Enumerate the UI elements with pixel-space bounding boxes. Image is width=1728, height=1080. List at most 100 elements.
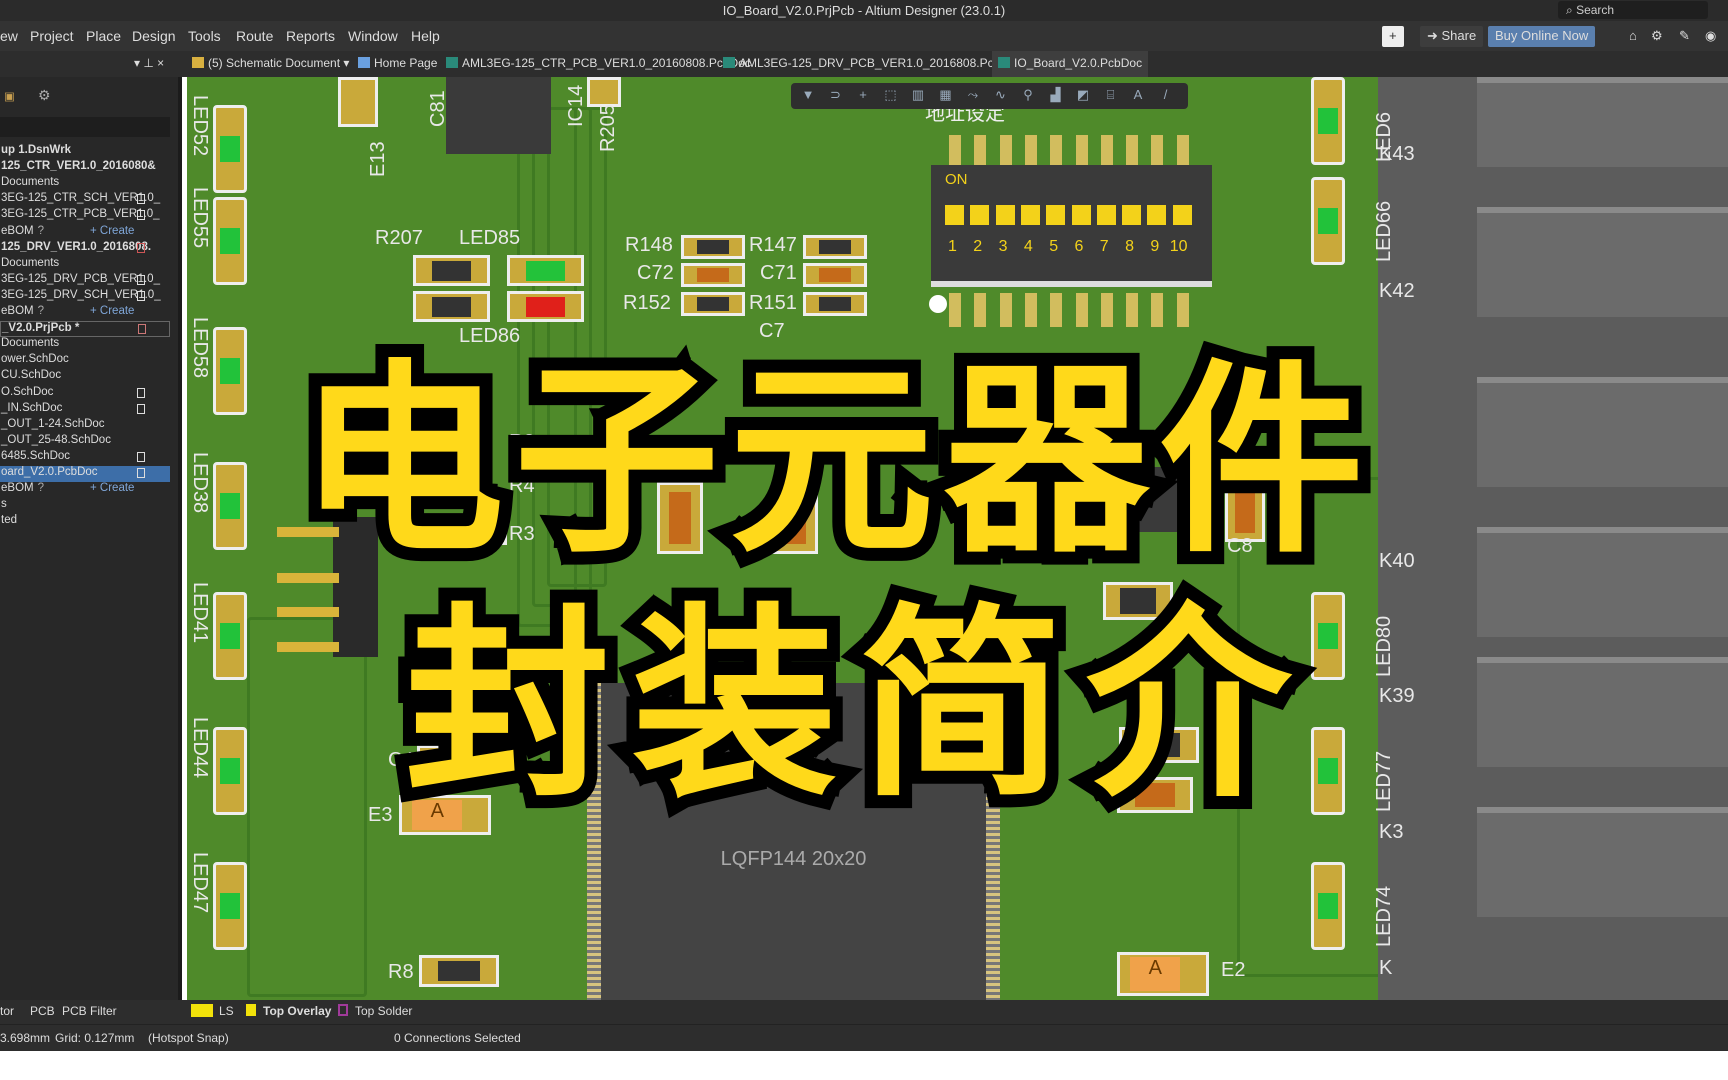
dip-pin (949, 135, 961, 165)
sidebar-item[interactable]: Documents (0, 257, 170, 273)
sidebar-item[interactable]: 3EG-125_CTR_PCB_VER1.0_ (0, 208, 170, 224)
menu-window[interactable]: Window (348, 28, 398, 44)
tab-home-page[interactable]: Home Page (358, 56, 437, 70)
menu-route[interactable]: Route (236, 28, 273, 44)
sidebar-item[interactable]: _IN.SchDoc (0, 402, 170, 418)
relay-block (1477, 807, 1728, 917)
led-body (220, 493, 240, 519)
tab-drv-pcb[interactable]: AML3EG-125_DRV_PCB_VER1.0_2016808.PcbDoc (723, 56, 1022, 70)
pcb-canvas[interactable]: LED52 LED55 LED58 LED38 LED41 LED44 LED47 LED6 L… (187, 77, 1728, 1000)
sidebar-item[interactable]: 3EG-125_DRV_SCH_VER1.0_ (0, 289, 170, 305)
via-icon[interactable]: ⚲ (1021, 88, 1035, 102)
tab-navigator[interactable]: tor (0, 1004, 14, 1018)
sidebar-item[interactable]: _V2.0.PrjPcb * (0, 321, 170, 338)
text-icon[interactable]: A (1131, 88, 1145, 102)
menu-place[interactable]: Place (86, 28, 121, 44)
sidebar-item[interactable]: 6485.SchDoc (0, 450, 170, 466)
sidebar-item[interactable]: up 1.DsnWrk (0, 144, 170, 160)
sidebar-item[interactable]: _OUT_1-24.SchDoc (0, 418, 170, 434)
menu-design[interactable]: Design (132, 28, 176, 44)
sidebar-item[interactable]: eBOM? + Create (0, 305, 170, 321)
crosshair-icon[interactable]: + (856, 88, 870, 102)
status-coordinates: 3.698mm (0, 1031, 51, 1045)
tab-schematic-documents[interactable]: (5) Schematic Document ▾ (192, 56, 349, 70)
menu-view[interactable]: ew (0, 28, 18, 44)
layer-tab-top-solder[interactable]: Top Solder (355, 1004, 412, 1018)
dip-number: 2 (973, 238, 983, 255)
sidebar-item[interactable]: 125_DRV_VER1.0_2016808. (0, 241, 170, 257)
create-link[interactable]: + Create (90, 305, 134, 317)
home-icon[interactable]: ⌂ (1622, 26, 1644, 47)
magnet-icon[interactable]: ⊃ (829, 88, 843, 102)
dimension-icon[interactable]: ◩ (1076, 88, 1090, 102)
line-icon[interactable]: / (1159, 88, 1173, 102)
bar-chart-icon[interactable]: ▥ (911, 88, 925, 102)
diff-route-icon[interactable]: ∿ (994, 88, 1008, 102)
pin1-marker (929, 295, 947, 313)
tab-pcb-filter[interactable]: PCB Filter (62, 1004, 117, 1018)
folder-icon (192, 57, 204, 68)
dip-toggle[interactable] (1172, 205, 1192, 225)
status-bar: 3.698mm Grid: 0.127mm (Hotspot Snap) 0 C… (0, 1024, 1728, 1051)
create-link[interactable]: + Create (90, 482, 134, 494)
led-footprint (1311, 177, 1345, 265)
sidebar-item[interactable]: s (0, 498, 170, 514)
polygon-icon[interactable]: ▟ (1049, 88, 1063, 102)
search-input[interactable]: ⌕ Search (1558, 1, 1708, 19)
project-search-input[interactable] (0, 117, 170, 137)
dip-toggle[interactable] (945, 205, 964, 225)
feedback-icon[interactable]: + (1382, 26, 1404, 47)
dip-pin (1126, 293, 1139, 327)
layer-color-swatch[interactable] (191, 1004, 213, 1017)
sidebar-item[interactable]: Documents (0, 176, 170, 192)
part-body (431, 296, 472, 317)
panel-controls[interactable]: ▾ ⊥ × (134, 56, 164, 70)
sidebar-item[interactable]: 3EG-125_DRV_PCB_VER1.0_ (0, 273, 170, 289)
dip-toggle[interactable] (970, 205, 990, 225)
sidebar-item[interactable]: ower.SchDoc (0, 353, 170, 369)
layer-set-button[interactable]: LS (219, 1004, 234, 1018)
sidebar-item[interactable]: Documents (0, 337, 170, 353)
dip-toggle[interactable] (1071, 205, 1091, 225)
sidebar-item[interactable]: eBOM? + Create (0, 225, 170, 241)
notification-icon[interactable]: ✎ (1672, 26, 1697, 47)
sidebar-item[interactable]: 125_CTR_VER1.0_2016080& (0, 160, 170, 176)
sidebar-item[interactable]: oard_V2.0.PcbDoc (0, 466, 170, 482)
folder-icon[interactable]: ▣ (4, 89, 15, 103)
dip-toggle[interactable] (995, 205, 1015, 225)
sidebar-item[interactable]: O.SchDoc (0, 386, 170, 402)
sidebar-item[interactable]: ted (0, 514, 170, 530)
sidebar-item[interactable]: 3EG-125_CTR_SCH_VER1.0_ (0, 192, 170, 208)
filter-icon[interactable]: ▼ (801, 88, 815, 102)
dip-toggle[interactable] (1020, 205, 1040, 225)
sidebar-item-label: 6485.SchDoc (1, 449, 71, 462)
dip-toggle[interactable] (1122, 205, 1142, 225)
sidebar-item[interactable]: CU.SchDoc (0, 369, 170, 385)
component-label: C7 (759, 320, 785, 342)
layer-tab-top-overlay[interactable]: Top Overlay (263, 1004, 331, 1018)
gear-icon[interactable]: ⚙ (1644, 26, 1670, 47)
dip-toggle[interactable] (1046, 205, 1066, 225)
tab-pcb[interactable]: PCB (30, 1004, 55, 1018)
tab-io-board-pcb[interactable]: IO_Board_V2.0.PcbDoc (992, 51, 1149, 77)
create-link[interactable]: + Create (90, 225, 134, 237)
user-icon[interactable]: ◉ (1698, 26, 1723, 47)
dip-toggle[interactable] (1147, 205, 1167, 225)
resistor-footprint (803, 292, 867, 316)
menu-reports[interactable]: Reports (286, 28, 335, 44)
menu-tools[interactable]: Tools (188, 28, 221, 44)
home-icon (358, 57, 370, 68)
buy-online-button[interactable]: Buy Online Now (1488, 26, 1596, 47)
share-button[interactable]: ➜ Share (1420, 26, 1484, 47)
dip-toggle[interactable] (1096, 205, 1116, 225)
route-icon[interactable]: ⤳ (966, 88, 980, 102)
sidebar-item[interactable]: _OUT_25-48.SchDoc (0, 434, 170, 450)
gear-icon[interactable]: ⚙ (38, 87, 51, 104)
keepout-icon[interactable]: ⌸ (1104, 88, 1118, 102)
menu-project[interactable]: Project (30, 28, 74, 44)
component-icon[interactable]: ▦ (939, 88, 953, 102)
menu-help[interactable]: Help (411, 28, 440, 44)
sidebar-item[interactable]: eBOM? + Create (0, 482, 170, 498)
tab-ctr-pcb[interactable]: AML3EG-125_CTR_PCB_VER1.0_20160808.PcbDo… (446, 56, 751, 70)
select-rect-icon[interactable]: ⬚ (884, 88, 898, 102)
